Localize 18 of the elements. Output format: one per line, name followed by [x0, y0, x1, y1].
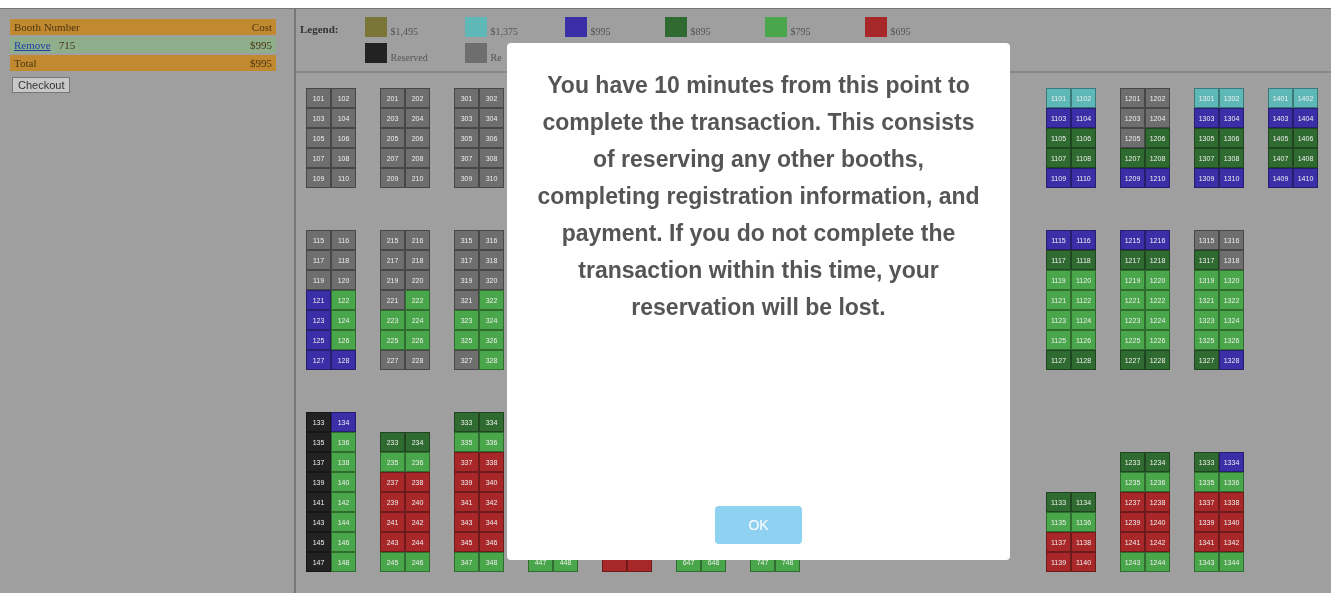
remove-link[interactable]: Remove: [14, 39, 51, 51]
cost-cell: $995: [199, 37, 276, 53]
legend-text: $895: [690, 26, 712, 37]
column-header: Booth Number: [10, 19, 200, 35]
legend-text: Reserved: [390, 52, 429, 63]
legend-label: Legend:: [300, 22, 339, 37]
dialog-message: You have 10 minutes from this point to complete the transaction. This consists of reserving any other booths, completing registration information, and payment. If you do not complete the transaction within this time, your reservation will be lost.: [537, 71, 980, 322]
legend-text: $795: [790, 26, 812, 37]
column-header: Cost: [199, 19, 276, 35]
total-label: Total: [10, 55, 200, 71]
legend-text: $1,495: [390, 26, 419, 37]
total-cost: $995: [199, 55, 276, 71]
legend-text: Re: [490, 52, 503, 63]
legend-text: $995: [590, 26, 612, 37]
legend-text: $1,375: [490, 26, 519, 37]
checkout-button[interactable]: Checkout: [12, 77, 71, 93]
legend-text: $695: [890, 26, 912, 37]
booth-number: 715: [58, 39, 76, 51]
